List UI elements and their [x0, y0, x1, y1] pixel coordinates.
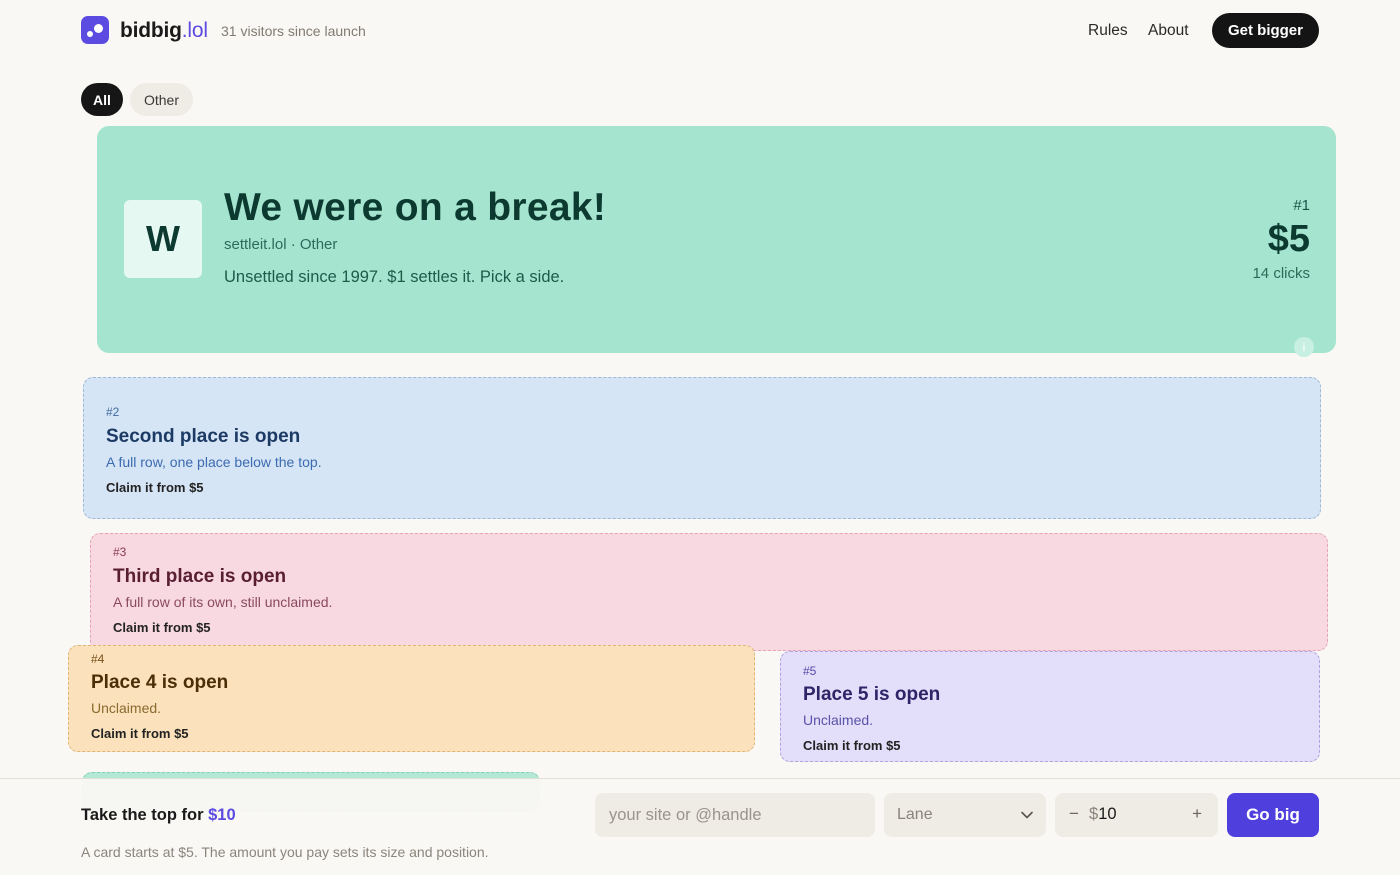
slot-claim-link[interactable]: Claim it from $5	[803, 738, 901, 753]
slot-description: Unclaimed.	[91, 700, 162, 716]
slot-card-3[interactable]: #3 Third place is open A full row of its…	[90, 533, 1328, 651]
nav-about-link[interactable]: About	[1148, 22, 1189, 40]
info-icon[interactable]: i	[1294, 337, 1314, 357]
amount-value[interactable]: $10	[1089, 805, 1117, 824]
chevron-down-icon	[1021, 811, 1033, 819]
lane-select[interactable]: Lane	[884, 793, 1046, 837]
bid-bar-subtitle: A card starts at $5. The amount you pay …	[81, 844, 489, 860]
slot-description: A full row, one place below the top.	[106, 454, 322, 470]
slot-card-4[interactable]: #4 Place 4 is open Unclaimed. Claim it f…	[68, 645, 755, 752]
slot-claim-link[interactable]: Claim it from $5	[113, 620, 211, 635]
nav-rules-link[interactable]: Rules	[1088, 22, 1128, 40]
slot-title: Place 4 is open	[91, 672, 229, 693]
header: bidbig.lol 31 visitors since launch Rule…	[0, 0, 1400, 62]
increment-button[interactable]: +	[1192, 804, 1202, 824]
slot-rank: #3	[113, 545, 127, 559]
slot-claim-link[interactable]: Claim it from $5	[106, 480, 204, 495]
handle-input[interactable]	[595, 793, 875, 837]
slot-description: Unclaimed.	[803, 712, 874, 728]
filter-chip-all[interactable]: All	[81, 83, 123, 116]
top-card[interactable]: W We were on a break! settleit.lol · Oth…	[97, 126, 1336, 357]
top-card-rank: #1	[1293, 197, 1310, 214]
slot-title: Place 5 is open	[803, 684, 941, 705]
filter-chip-other[interactable]: Other	[130, 83, 193, 116]
slot-description: A full row of its own, still unclaimed.	[113, 594, 333, 610]
top-card-price: $5	[1267, 218, 1310, 260]
lane-select-label: Lane	[897, 806, 933, 823]
brand-name[interactable]: bidbig.lol	[120, 19, 208, 43]
amount-stepper[interactable]: − $10 +	[1055, 793, 1218, 837]
top-card-meta: settleit.lol · Other	[224, 236, 338, 253]
avatar: W	[124, 200, 202, 278]
slot-card-5[interactable]: #5 Place 5 is open Unclaimed. Claim it f…	[780, 651, 1320, 762]
top-card-clicks: 14 clicks	[1252, 265, 1310, 282]
bid-bar-title: Take the top for $10	[81, 806, 236, 824]
slot-rank: #5	[803, 664, 817, 678]
logo-icon[interactable]	[81, 16, 109, 44]
top-card-description: Unsettled since 1997. $1 settles it. Pic…	[224, 268, 565, 286]
slot-claim-link[interactable]: Claim it from $5	[91, 726, 189, 741]
get-bigger-button[interactable]: Get bigger	[1212, 13, 1319, 48]
slot-rank: #2	[106, 405, 120, 419]
slot-title: Third place is open	[113, 566, 287, 587]
top-card-title: We were on a break!	[224, 186, 607, 229]
bid-bar: Take the top for $10 A card starts at $5…	[0, 778, 1400, 875]
slot-card-2[interactable]: #2 Second place is open A full row, one …	[83, 377, 1321, 519]
slot-title: Second place is open	[106, 426, 301, 447]
slot-rank: #4	[91, 652, 105, 666]
decrement-button[interactable]: −	[1069, 804, 1079, 824]
visitor-count: 31 visitors since launch	[221, 23, 366, 39]
go-big-button[interactable]: Go big	[1227, 793, 1319, 837]
